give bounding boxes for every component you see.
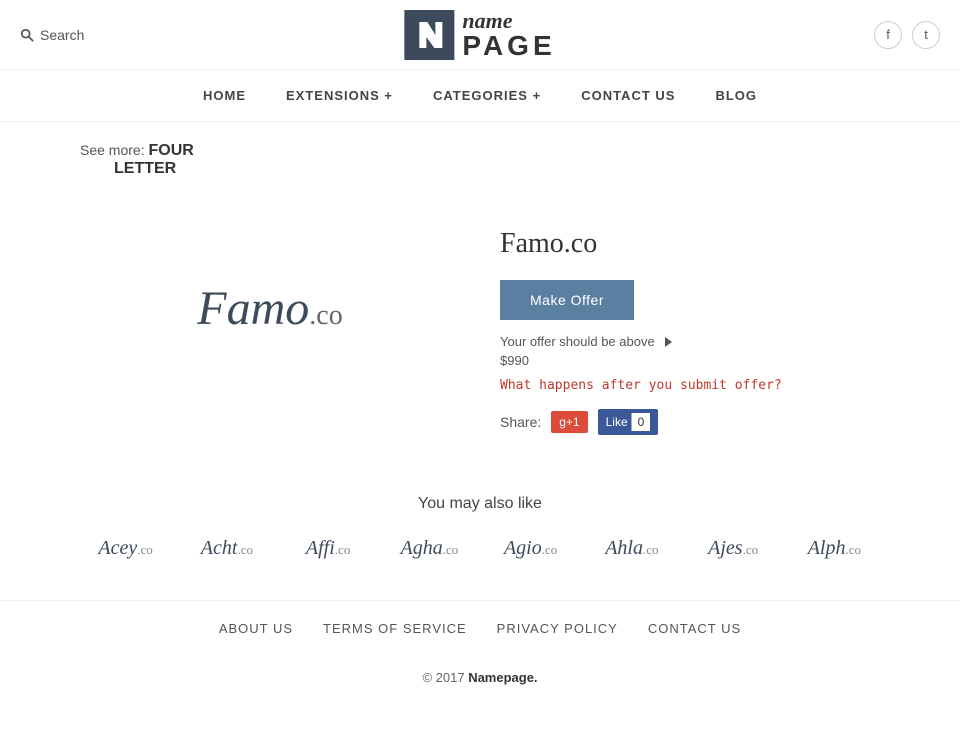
gplus-button[interactable]: g+1 [551, 411, 587, 433]
submit-link[interactable]: What happens after you submit offer? [500, 378, 880, 393]
domain-item-ext: .co [643, 542, 659, 557]
domain-info: Famo.co Make Offer Your offer should be … [500, 218, 880, 435]
domain-title: Famo.co [500, 228, 880, 260]
main-content: Famo.co Famo.co Make Offer Your offer sh… [0, 198, 960, 475]
domain-item-name: Ahla [605, 537, 643, 559]
search-label: Search [40, 27, 84, 43]
footer-privacy[interactable]: PRIVACY POLICY [497, 621, 618, 636]
domain-name-logo: Famo [197, 282, 309, 335]
fb-count: 0 [631, 413, 651, 431]
list-item[interactable]: Acey.co [80, 537, 171, 560]
footer-about[interactable]: ABOUT US [219, 621, 293, 636]
arrow-right-icon [665, 337, 672, 347]
make-offer-button[interactable]: Make Offer [500, 280, 634, 320]
logo-page: PAGE [462, 32, 555, 60]
domain-grid: Acey.co Acht.co Affi.co Agha.co Agio.co … [80, 537, 880, 560]
domain-ext-logo: .co [309, 300, 342, 331]
twitter-icon[interactable]: t [912, 21, 940, 49]
footer-links: ABOUT US TERMS OF SERVICE PRIVACY POLICY… [0, 600, 960, 656]
domain-item-name: Acht [201, 537, 238, 559]
footer-copyright: © 2017 Namepage. [0, 656, 960, 699]
facebook-like-button[interactable]: Like 0 [598, 409, 659, 435]
list-item[interactable]: Affi.co [283, 537, 374, 560]
domain-item-ext: .co [846, 542, 862, 557]
footer-contact[interactable]: CONTACT US [648, 621, 741, 636]
offer-hint: Your offer should be above [500, 334, 880, 349]
search-area[interactable]: Search [20, 27, 84, 43]
main-nav: HOME EXTENSIONS + CATEGORIES + CONTACT U… [0, 70, 960, 122]
footer-terms[interactable]: TERMS OF SERVICE [323, 621, 467, 636]
share-row: Share: g+1 Like 0 [500, 409, 880, 435]
breadcrumb: See more: FOUR LETTER [0, 122, 960, 198]
domain-item-name: Acey [98, 537, 137, 559]
domain-item-ext: .co [137, 542, 153, 557]
list-item[interactable]: Agio.co [485, 537, 576, 560]
nav-categories[interactable]: CATEGORIES + [433, 88, 541, 103]
domain-item-ext: .co [743, 542, 759, 557]
search-icon [20, 28, 34, 42]
logo-text: name PAGE [462, 10, 555, 60]
domain-item-ext: .co [237, 542, 253, 557]
nav-home[interactable]: HOME [203, 88, 246, 103]
list-item[interactable]: Alph.co [789, 537, 880, 560]
logo-name: name [462, 10, 555, 32]
also-like-title: You may also like [80, 495, 880, 513]
header: Search name PAGE f t [0, 0, 960, 70]
offer-amount: $990 [500, 353, 880, 368]
breadcrumb-tag2[interactable]: LETTER [114, 160, 176, 177]
domain-item-ext: .co [443, 542, 459, 557]
list-item[interactable]: Ahla.co [586, 537, 677, 560]
domain-logo-area: Famo.co [80, 218, 460, 398]
list-item[interactable]: Agha.co [384, 537, 475, 560]
domain-item-ext: .co [335, 542, 351, 557]
domain-logo: Famo.co [197, 281, 342, 336]
breadcrumb-tag1[interactable]: FOUR [148, 142, 193, 159]
share-label: Share: [500, 414, 541, 430]
nav-blog[interactable]: BLOG [715, 88, 757, 103]
list-item[interactable]: Ajes.co [688, 537, 779, 560]
nav-extensions[interactable]: EXTENSIONS + [286, 88, 393, 103]
domain-item-name: Agha [401, 537, 443, 559]
footer-brand[interactable]: Namepage. [468, 670, 537, 685]
logo-icon [404, 10, 454, 60]
facebook-icon[interactable]: f [874, 21, 902, 49]
nav-contact[interactable]: CONTACT US [581, 88, 675, 103]
domain-item-name: Alph [808, 537, 846, 559]
logo[interactable]: name PAGE [404, 10, 555, 60]
domain-item-name: Ajes [708, 537, 742, 559]
domain-item-name: Agio [504, 537, 542, 559]
also-like-section: You may also like Acey.co Acht.co Affi.c… [0, 475, 960, 600]
list-item[interactable]: Acht.co [181, 537, 272, 560]
domain-item-ext: .co [542, 542, 558, 557]
domain-item-name: Affi [306, 537, 335, 559]
social-icons: f t [874, 21, 940, 49]
see-more-text: See more: [80, 142, 145, 158]
